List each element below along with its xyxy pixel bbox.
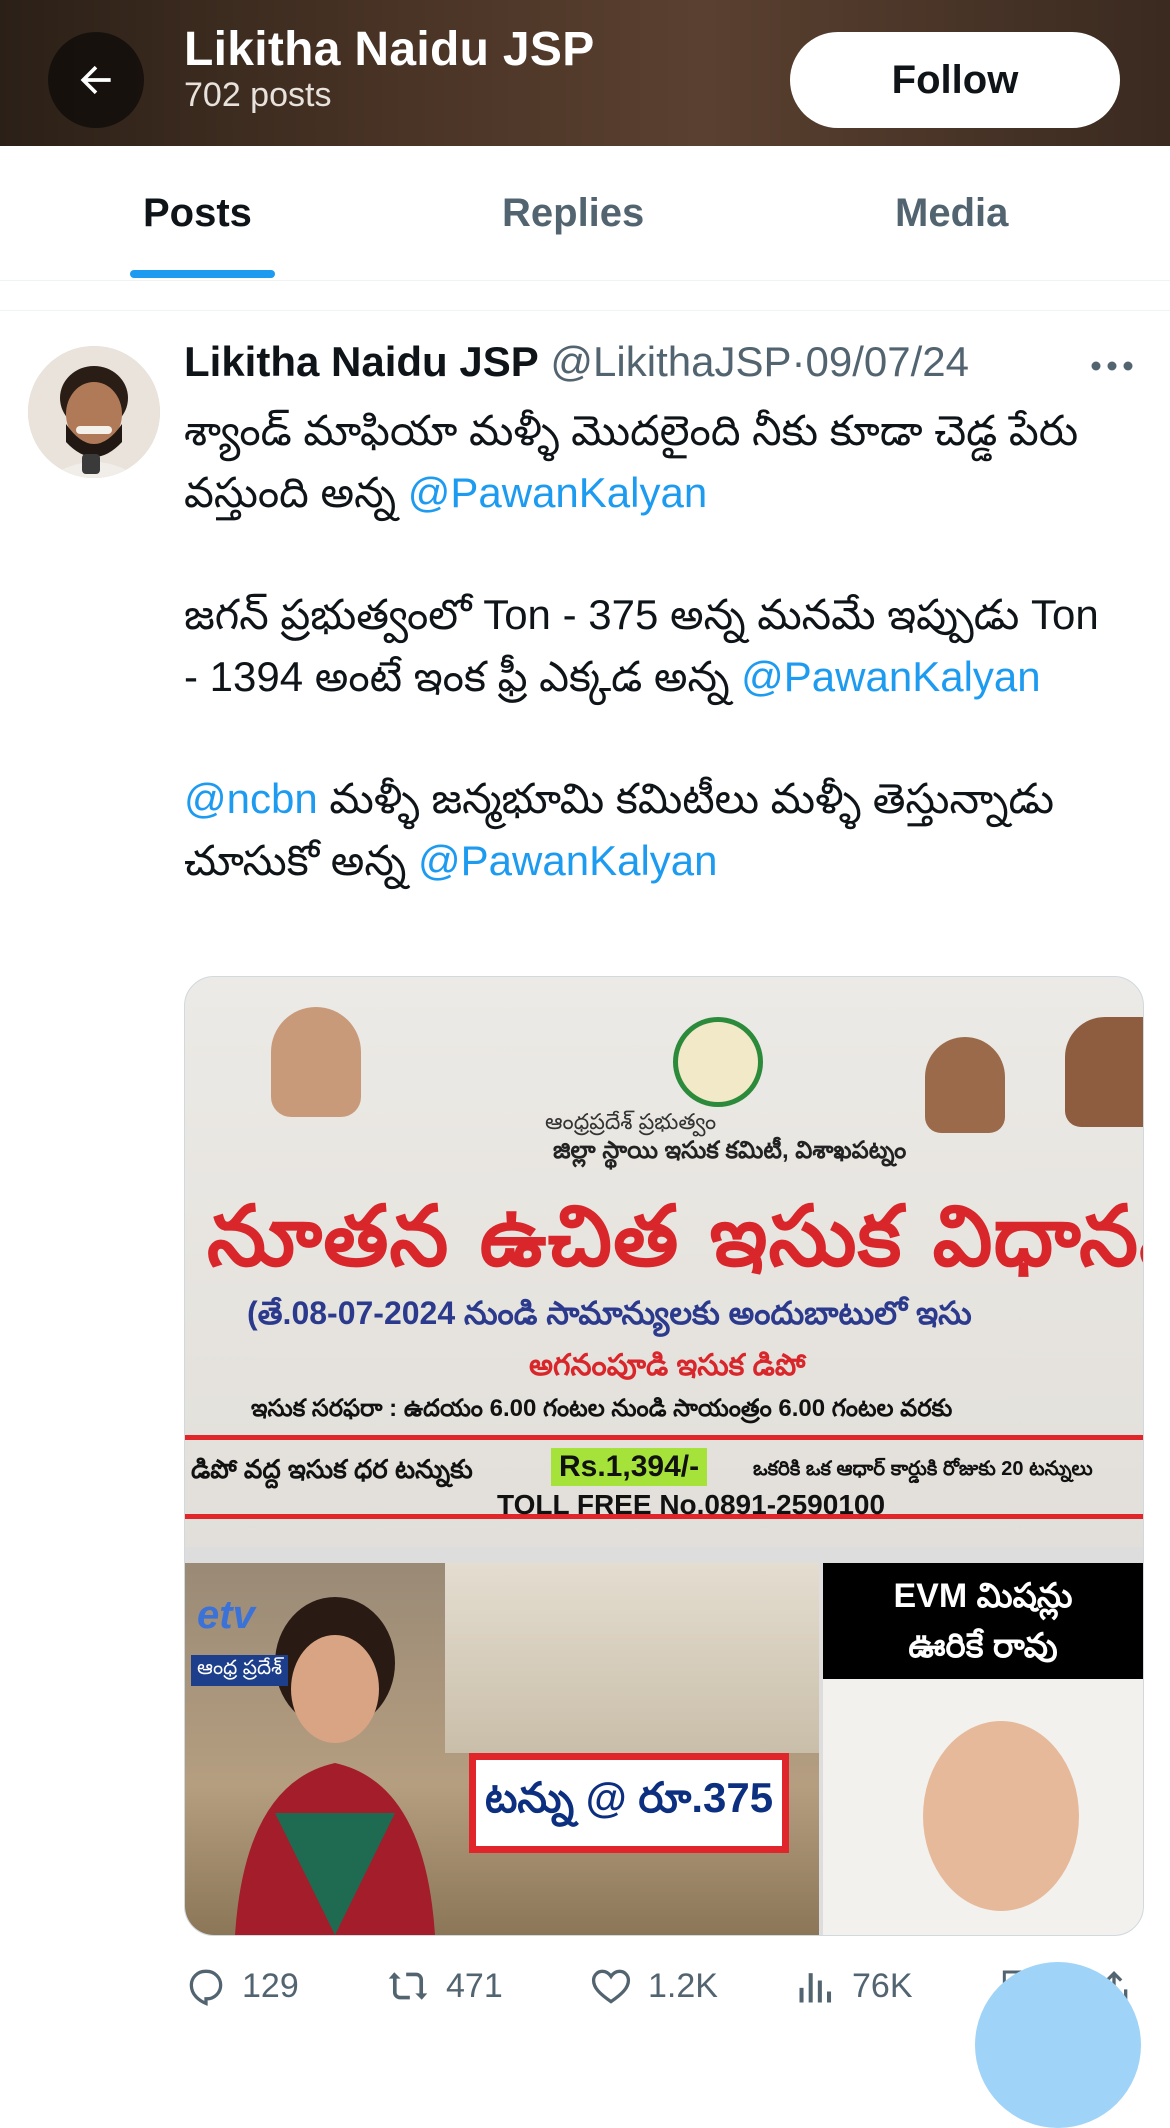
profile-name: Likitha Naidu JSP: [184, 23, 595, 76]
banner-depot: అగనంపూడి ఇసుక డిపో: [529, 1349, 806, 1382]
price-375-caption: టన్ను @ రూ.375: [469, 1753, 789, 1853]
avatar[interactable]: [28, 346, 160, 478]
banner-committee: జిల్లా స్థాయి ఇసుక కమిటీ, విశాఖపట్నం: [553, 1137, 907, 1164]
etv-logo: etv: [197, 1593, 255, 1637]
post-count: 702 posts: [184, 76, 332, 114]
post-handle[interactable]: @LikithaJSP: [550, 338, 791, 385]
banner-toll-free: TOLL FREE No.0891-2590100: [497, 1489, 886, 1520]
repost-icon: [388, 1972, 428, 2000]
repost-count: 471: [446, 1966, 503, 2005]
divider: [0, 310, 1170, 311]
repost-button[interactable]: 471: [384, 1964, 503, 2008]
post-paragraph: శ్యాండ్ మాఫియా మళ్ళీ మొదలైంది నీకు కూడా …: [184, 400, 1124, 524]
banner-org-line: ఆంధ్రప్రదేశ్ ప్రభుత్వం: [545, 1109, 717, 1134]
compose-fab[interactable]: [975, 1962, 1141, 2128]
evm-line-1: EVM మిషన్లు: [893, 1577, 1073, 1615]
heart-icon: [591, 1969, 631, 2004]
banner-price-note: ఒకరికి ఒక ఆధార్ కార్డుకి రోజుకు 20 టన్ను…: [753, 1458, 1093, 1480]
tab-posts[interactable]: Posts: [143, 146, 252, 280]
view-count: 76K: [852, 1966, 913, 2005]
banner-price: Rs.1,394/-: [551, 1448, 708, 1486]
news-anchor-figure: [235, 1597, 435, 1935]
sand-policy-banner: ఆంధ్రప్రదేశ్ ప్రభుత్వం జిల్లా స్థాయి ఇసు…: [185, 977, 1143, 1547]
active-tab-indicator: [130, 270, 275, 278]
evm-card: EVM మిషన్లు ఊరికే రావు: [823, 1563, 1143, 1935]
back-button[interactable]: [48, 32, 144, 128]
etv-channel-label: ఆంధ్ర ప్రదేశ్: [191, 1655, 289, 1686]
banner-price-label: డిపో వద్ద ఇసుక ధర టన్నుకు: [191, 1454, 473, 1484]
portrait-left: [271, 1007, 361, 1117]
post-text: శ్యాండ్ మాఫియా మళ్ళీ మొదలైంది నీకు కూడా …: [184, 400, 1124, 952]
banner-title: నూతన ఉచిత ఇసుక విధానవ: [207, 1187, 1144, 1285]
views-button[interactable]: 76K: [794, 1964, 913, 2008]
views-icon: [799, 1973, 832, 2003]
post-paragraph: జగన్ ప్రభుత్వంలో Ton - 375 అన్న మనమే ఇప్…: [184, 584, 1124, 708]
portrait-right-2: [1065, 1017, 1143, 1127]
reply-icon: [189, 1969, 223, 2006]
follow-button[interactable]: Follow: [790, 32, 1120, 128]
portrait-face: [923, 1721, 1079, 1911]
more-options-icon[interactable]: [1090, 360, 1134, 372]
post-date[interactable]: 09/07/24: [806, 338, 970, 385]
news-screens: etv ఆంధ్ర ప్రదేశ్ టన్ను @ రూ.375 EVM మిష…: [185, 1563, 1143, 1935]
reply-count: 129: [242, 1966, 299, 2005]
post-header: Likitha Naidu JSP @LikithaJSP·09/07/24: [184, 338, 969, 386]
like-button[interactable]: 1.2K: [588, 1964, 718, 2008]
mention-link[interactable]: @PawanKalyan: [418, 837, 717, 884]
state-emblem-icon: [673, 1017, 763, 1107]
banner-timing: ఇసుక సరఫరా : ఉదయం 6.00 గంటల నుండి సాయంత్…: [251, 1395, 953, 1422]
tab-replies[interactable]: Replies: [502, 146, 644, 280]
evm-line-2: ఊరికే రావు: [908, 1627, 1058, 1665]
post-author[interactable]: Likitha Naidu JSP: [184, 338, 539, 385]
mention-link[interactable]: @PawanKalyan: [741, 653, 1040, 700]
meeting-room: [445, 1563, 819, 1753]
profile-header: Likitha Naidu JSP 702 posts Follow: [0, 0, 1170, 146]
avatar-image: [28, 346, 160, 478]
evm-caption: EVM మిషన్లు ఊరికే రావు: [823, 1563, 1143, 1679]
like-count: 1.2K: [648, 1966, 718, 2005]
post-paragraph: @ncbn మళ్ళీ జన్మభూమి కమిటీలు మళ్ళీ తెస్త…: [184, 768, 1124, 892]
etv-screen: etv ఆంధ్ర ప్రదేశ్ టన్ను @ రూ.375: [185, 1563, 819, 1935]
mention-link[interactable]: @PawanKalyan: [408, 469, 707, 516]
tab-media[interactable]: Media: [895, 146, 1008, 280]
banner-date-line: (తే.08-07-2024 నుండి సామాన్యులకు అందుబాట…: [247, 1295, 972, 1331]
portrait-right-1: [925, 1037, 1005, 1133]
post-media-image[interactable]: ఆంధ్రప్రదేశ్ ప్రభుత్వం జిల్లా స్థాయి ఇసు…: [184, 976, 1144, 1936]
mention-link[interactable]: @ncbn: [184, 775, 318, 822]
meta-separator: ·: [791, 338, 806, 385]
arrow-left-icon: [80, 65, 111, 95]
reply-button[interactable]: 129: [184, 1964, 299, 2008]
profile-tabs: Posts Replies Media: [0, 146, 1170, 281]
